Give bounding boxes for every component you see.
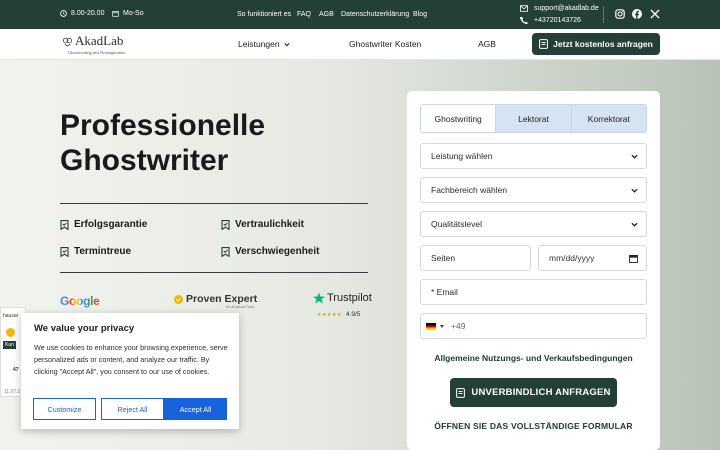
request-form-card: Ghostwriting Lektorat Korrektorat Leistu… [407, 91, 660, 450]
widget-date: 11.07.2 [4, 389, 21, 395]
tab-korrektorat[interactable]: Korrektorat [570, 105, 646, 132]
subject-select[interactable]: Fachbereich wählen [420, 177, 647, 203]
link-how-it-works[interactable]: So funktioniert es [237, 11, 291, 18]
calendar-icon[interactable] [629, 254, 638, 263]
tab-lektorat[interactable]: Lektorat [495, 105, 571, 132]
terms-link[interactable]: Allgemeine Nutzungs- und Verkaufsbedingu… [407, 353, 660, 363]
widget-label: Kun [3, 341, 16, 349]
email-text: support@akadlab.de [534, 5, 599, 12]
feature-vertraulichkeit: Vertraulichkeit [221, 219, 304, 230]
provenexpert-badge[interactable]: Proven Expert It's All About Trust [174, 293, 257, 309]
provenexpert-tagline: It's All About Trust [226, 305, 254, 309]
calendar-icon [112, 11, 119, 17]
nav-leistungen[interactable]: Leistungen [238, 39, 290, 49]
widget-avatar [6, 328, 15, 337]
phone-text: +43720143726 [534, 16, 581, 24]
widget-number: 47 [13, 367, 19, 373]
flag-de-icon[interactable] [426, 322, 436, 330]
link-blog[interactable]: Blog [413, 11, 427, 18]
chevron-down-icon [631, 188, 638, 193]
caret-down-icon [440, 324, 444, 328]
chevron-down-icon [283, 42, 290, 46]
cookie-title: We value your privacy [34, 323, 135, 334]
provenexpert-name: Proven Expert [186, 293, 258, 305]
bookmark-check-icon [221, 246, 230, 257]
phone-field[interactable]: +49 [420, 313, 647, 339]
bookmark-check-icon [221, 219, 230, 230]
service-select[interactable]: Leistung wählen [420, 143, 647, 169]
hours-text: 8.00-20.00 [71, 10, 105, 17]
chevron-down-icon [631, 222, 638, 227]
divider [603, 6, 604, 23]
chevron-down-icon [631, 154, 638, 159]
trustpilot-rating: 4.9/5 [345, 311, 361, 318]
feature-erfolgsgarantie: Erfolgsgarantie [60, 219, 147, 230]
cookie-consent-dialog: We value your privacy We use cookies to … [21, 313, 239, 429]
opening-days: Mo-So [112, 10, 144, 17]
quality-level-select[interactable]: Qualitätslevel [420, 211, 647, 237]
phone-icon [520, 16, 528, 24]
google-badge[interactable]: Google [60, 294, 100, 308]
rating-stars-icon: ★★★★★ [317, 311, 342, 318]
nav-agb[interactable]: AGB [478, 39, 496, 49]
trustpilot-badge[interactable]: Trustpilot ★★★★★ 4.9/5 [313, 292, 372, 318]
mail-icon [520, 5, 528, 12]
top-bar: 8.00-20.00 Mo-So So funktioniert es FAQ … [0, 0, 720, 29]
check-badge-icon [174, 294, 183, 304]
pages-input[interactable]: Seiten [420, 245, 531, 271]
open-full-form-link[interactable]: ÖFFNEN SIE DAS VOLLSTÄNDIGE FORMULAR [407, 421, 660, 431]
contact-phone[interactable]: +43720143726 [520, 16, 581, 24]
link-faq[interactable]: FAQ [297, 11, 311, 18]
nav-ghostwriter-kosten[interactable]: Ghostwriter Kosten [349, 39, 421, 49]
document-icon [456, 387, 466, 398]
logo-tagline: Ghostwriting mit Notengarantie [68, 50, 126, 55]
divider [60, 203, 368, 204]
star-icon [313, 292, 325, 304]
owl-logo-icon [62, 37, 73, 47]
service-tabs: Ghostwriting Lektorat Korrektorat [420, 104, 647, 133]
instagram-icon[interactable] [614, 8, 626, 20]
bookmark-check-icon [60, 219, 69, 230]
facebook-icon[interactable] [631, 8, 643, 20]
widget-top-text: hausar [3, 313, 19, 319]
bookmark-check-icon [60, 246, 69, 257]
submit-label: UNVERBINDLICH ANFRAGEN [471, 387, 611, 398]
cookie-text: We use cookies to enhance your browsing … [34, 343, 228, 376]
clock-icon [60, 10, 67, 17]
request-free-label: Jetzt kostenlos anfragen [553, 39, 653, 49]
date-input[interactable]: mm/dd/yyyy [538, 245, 647, 271]
contact-email[interactable]: support@akadlab.de [520, 5, 599, 12]
phone-prefix: +49 [451, 321, 466, 331]
divider [60, 272, 368, 273]
accept-all-button[interactable]: Accept All [164, 398, 227, 420]
logo[interactable]: AkadLab Ghostwriting mit Notengarantie [62, 33, 126, 55]
email-field[interactable]: * Email [420, 279, 647, 305]
nav-leistungen-label: Leistungen [238, 39, 280, 49]
main-header: AkadLab Ghostwriting mit Notengarantie L… [0, 29, 720, 60]
request-free-button[interactable]: Jetzt kostenlos anfragen [532, 33, 660, 55]
link-privacy[interactable]: Datenschutzerklärung [341, 11, 409, 18]
hero-title: Professionelle Ghostwriter [60, 109, 266, 177]
logo-text: AkadLab [75, 33, 124, 48]
trustpilot-name: Trustpilot [327, 292, 372, 304]
document-icon [539, 39, 549, 49]
reject-all-button[interactable]: Reject All [101, 398, 164, 420]
opening-hours: 8.00-20.00 [60, 10, 104, 17]
tab-ghostwriting[interactable]: Ghostwriting [421, 105, 496, 132]
feature-verschwiegenheit: Verschwiegenheit [221, 246, 319, 257]
link-agb[interactable]: AGB [319, 11, 334, 18]
x-icon[interactable] [649, 8, 661, 20]
feature-termintreue: Termintreue [60, 246, 131, 257]
days-text: Mo-So [123, 10, 144, 17]
submit-request-button[interactable]: UNVERBINDLICH ANFRAGEN [450, 378, 617, 407]
customize-button[interactable]: Customize [33, 398, 96, 420]
